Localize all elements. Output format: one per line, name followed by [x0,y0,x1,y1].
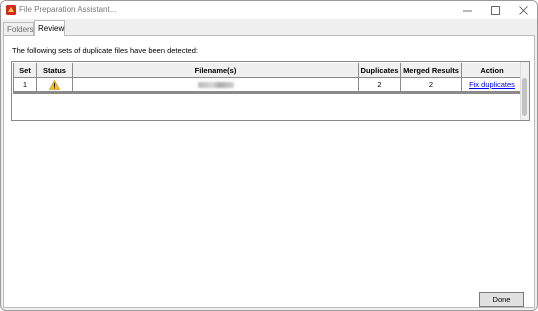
app-logo-icon [6,5,16,15]
action-cell: Fix duplicates [461,77,523,92]
column-header-status[interactable]: Status [36,63,73,78]
scrollbar-thumb[interactable] [522,78,527,116]
minimize-button[interactable] [453,1,481,19]
column-header-duplicates[interactable]: Duplicates [358,63,401,78]
grid-vertical-scrollbar[interactable] [520,62,529,120]
close-icon [518,5,528,15]
column-header-filenames[interactable]: Filename(s) [72,63,359,78]
redacted-filename [197,82,234,89]
duplicates-grid[interactable]: Set Status Filename(s) Duplicates Merged… [11,61,530,121]
done-button[interactable]: Done [479,292,524,307]
app-window: File Preparation Assistant... Folders Re… [0,0,538,311]
window-title: File Preparation Assistant... [19,5,117,14]
column-header-action[interactable]: Action [461,63,523,78]
warning-icon [48,79,61,90]
filename-cell [72,77,359,92]
table-header-row: Set Status Filename(s) Duplicates Merged… [13,63,523,78]
fix-duplicates-link[interactable]: Fix duplicates [469,80,515,89]
minimize-icon [462,10,472,11]
intro-text: The following sets of duplicate files ha… [12,46,198,55]
set-cell: 1 [13,77,37,92]
column-header-set[interactable]: Set [13,63,37,78]
grid-divider [13,92,522,94]
column-header-merged-results[interactable]: Merged Results [400,63,462,78]
duplicates-cell: 2 [358,77,401,92]
merged-results-cell: 2 [400,77,462,92]
tab-folders[interactable]: Folders [3,22,34,35]
status-cell [36,77,73,92]
duplicates-table: Set Status Filename(s) Duplicates Merged… [13,63,523,92]
title-bar[interactable]: File Preparation Assistant... [1,1,537,19]
tab-review[interactable]: Review [34,20,65,36]
maximize-button[interactable] [481,1,509,19]
maximize-icon [490,5,500,15]
close-button[interactable] [509,1,537,19]
table-row[interactable]: 1 2 2 Fix duplicates [13,77,523,92]
tab-strip: Folders Review [3,19,535,36]
review-panel: The following sets of duplicate files ha… [3,35,535,308]
